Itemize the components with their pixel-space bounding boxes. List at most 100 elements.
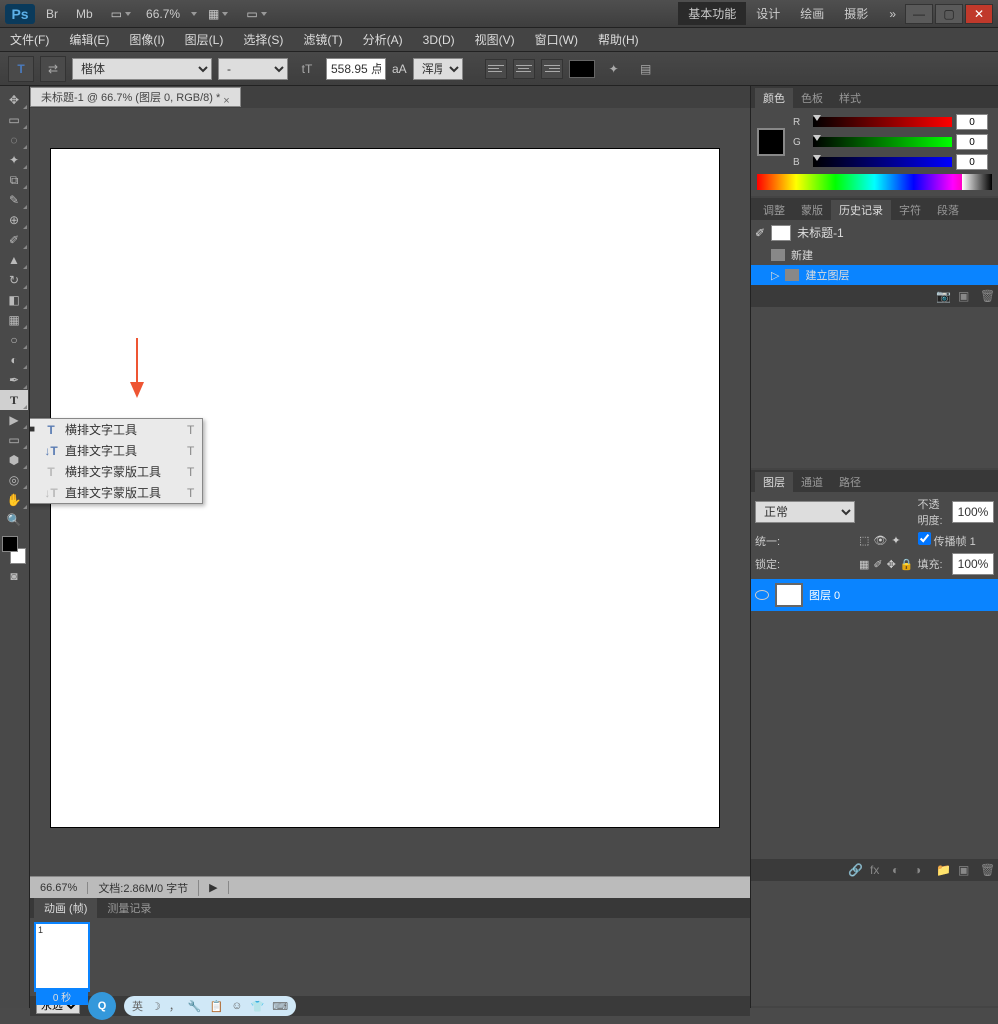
3d-tool[interactable]: ⬢	[0, 450, 28, 470]
zoom-tool[interactable]: 🔍	[0, 510, 28, 530]
workspace-tab-essentials[interactable]: 基本功能	[678, 2, 746, 25]
pen-tool[interactable]: ✒	[0, 370, 28, 390]
mask-icon[interactable]: ◐	[892, 863, 906, 877]
eraser-tool[interactable]: ◧	[0, 290, 28, 310]
flyout-vertical-type-mask[interactable]: ↓T 直排文字蒙版工具 T	[30, 482, 202, 503]
b-input[interactable]	[956, 154, 988, 170]
tab-paragraph[interactable]: 段落	[929, 200, 967, 220]
shape-tool[interactable]: ▭	[0, 430, 28, 450]
color-picker[interactable]	[0, 534, 28, 566]
align-center-button[interactable]	[513, 59, 535, 79]
layer-row[interactable]: 图层 0	[751, 579, 998, 611]
layer-name[interactable]: 图层 0	[809, 587, 840, 603]
font-style-select[interactable]: -	[218, 58, 288, 80]
layout-button[interactable]: ▭	[104, 4, 138, 24]
history-item-new-layer[interactable]: ▷ 建立图层	[751, 265, 998, 285]
tab-history[interactable]: 历史记录	[831, 200, 891, 220]
opacity-input[interactable]	[952, 501, 994, 523]
adjustment-icon[interactable]: ◑	[914, 863, 928, 877]
delete-layer-icon[interactable]: 🗑	[980, 863, 994, 877]
align-right-button[interactable]	[541, 59, 563, 79]
color-swatch[interactable]	[757, 128, 785, 156]
propagate-checkbox[interactable]	[918, 532, 931, 545]
new-state-icon[interactable]: ▣	[958, 289, 972, 303]
brush-tool[interactable]: ✐	[0, 230, 28, 250]
eyedropper-tool[interactable]: ✎	[0, 190, 28, 210]
antialias-select[interactable]: 浑厚	[413, 58, 463, 80]
lock-pixels-icon[interactable]: ✐	[873, 558, 882, 571]
workspace-tab-photography[interactable]: 摄影	[834, 2, 878, 25]
minibridge-button[interactable]: Mb	[69, 4, 100, 24]
menu-edit[interactable]: 编辑(E)	[59, 28, 119, 52]
tool-preset-icon[interactable]: T	[8, 56, 34, 82]
menu-file[interactable]: 文件(F)	[0, 28, 59, 52]
g-input[interactable]	[956, 134, 988, 150]
blur-tool[interactable]: ○	[0, 330, 28, 350]
visibility-icon[interactable]	[755, 590, 769, 600]
document-tab[interactable]: 未标题-1 @ 66.7% (图层 0, RGB/8) * ×	[30, 87, 241, 107]
new-layer-icon[interactable]: ▣	[958, 863, 972, 877]
menu-analysis[interactable]: 分析(A)	[353, 28, 413, 52]
tab-color[interactable]: 颜色	[755, 88, 793, 108]
r-slider[interactable]	[813, 117, 952, 127]
magic-wand-tool[interactable]: ✦	[0, 150, 28, 170]
menu-layer[interactable]: 图层(L)	[175, 28, 234, 52]
workspace-tab-painting[interactable]: 绘画	[790, 2, 834, 25]
tab-masks[interactable]: 蒙版	[793, 200, 831, 220]
trash-icon[interactable]: 🗑	[980, 289, 994, 303]
font-family-select[interactable]: 楷体	[72, 58, 212, 80]
link-icon[interactable]: 🔗	[848, 863, 862, 877]
menu-window[interactable]: 窗口(W)	[525, 28, 588, 52]
warp-text-button[interactable]: ✦	[601, 56, 627, 82]
flyout-horizontal-type-mask[interactable]: T 横排文字蒙版工具 T	[30, 461, 202, 482]
canvas-viewport[interactable]: ■ T 横排文字工具 T ↓T 直排文字工具 T T 横排文字蒙版工具 T	[30, 108, 750, 876]
blend-mode-select[interactable]: 正常	[755, 501, 855, 523]
align-left-button[interactable]	[485, 59, 507, 79]
fx-icon[interactable]: fx	[870, 863, 884, 877]
lock-all-icon[interactable]: 🔒	[900, 558, 914, 571]
q-app-icon[interactable]: Q	[88, 992, 116, 1020]
bridge-button[interactable]: Br	[39, 4, 65, 24]
flyout-vertical-type[interactable]: ↓T 直排文字工具 T	[30, 440, 202, 461]
layer-thumbnail[interactable]	[775, 583, 803, 607]
menu-3d[interactable]: 3D(D)	[413, 28, 465, 52]
view-extras-button[interactable]: ▦	[201, 4, 235, 24]
close-icon[interactable]: ×	[223, 91, 235, 103]
r-input[interactable]	[956, 114, 988, 130]
frame-thumbnail[interactable]: 1 0 秒	[34, 922, 90, 992]
tab-swatches[interactable]: 色板	[793, 88, 831, 108]
character-panel-button[interactable]: ▤	[633, 56, 659, 82]
hand-tool[interactable]: ✋	[0, 490, 28, 510]
healing-brush-tool[interactable]: ⊕	[0, 210, 28, 230]
unify-style-icon[interactable]: ✦	[891, 534, 900, 547]
tab-channels[interactable]: 通道	[793, 472, 831, 492]
type-tool[interactable]: T	[0, 390, 28, 410]
ime-bar[interactable]: 英 ☽ ， 🔧 📋 ☺ 👕 ⌨	[124, 996, 296, 1016]
quick-mask-toggle[interactable]: ◙	[0, 566, 28, 586]
tab-styles[interactable]: 样式	[831, 88, 869, 108]
marquee-tool[interactable]: ▭	[0, 110, 28, 130]
unify-visibility-icon[interactable]: 👁	[873, 534, 887, 547]
window-close[interactable]: ✕	[965, 4, 993, 24]
gradient-tool[interactable]: ▦	[0, 310, 28, 330]
lock-position-icon[interactable]: ✥	[887, 558, 896, 571]
status-arrow-icon[interactable]: ▶	[199, 881, 228, 894]
text-orientation-icon[interactable]: ⇄	[40, 56, 66, 82]
window-minimize[interactable]: —	[905, 4, 933, 24]
g-slider[interactable]	[813, 137, 952, 147]
fill-input[interactable]	[952, 553, 994, 575]
frame-delay[interactable]: 0 秒	[36, 988, 88, 1005]
dodge-tool[interactable]: ◐	[0, 350, 28, 370]
unify-position-icon[interactable]: ⬚	[859, 534, 869, 547]
menu-filter[interactable]: 滤镜(T)	[293, 28, 352, 52]
menu-help[interactable]: 帮助(H)	[588, 28, 649, 52]
menu-view[interactable]: 视图(V)	[465, 28, 525, 52]
crop-tool[interactable]: ⧉	[0, 170, 28, 190]
color-spectrum[interactable]	[757, 174, 992, 190]
clone-stamp-tool[interactable]: ▲	[0, 250, 28, 270]
menu-select[interactable]: 选择(S)	[233, 28, 293, 52]
tab-paths[interactable]: 路径	[831, 472, 869, 492]
more-workspaces[interactable]: »	[882, 4, 903, 24]
font-size-input[interactable]	[326, 58, 386, 80]
workspace-tab-design[interactable]: 设计	[746, 2, 790, 25]
